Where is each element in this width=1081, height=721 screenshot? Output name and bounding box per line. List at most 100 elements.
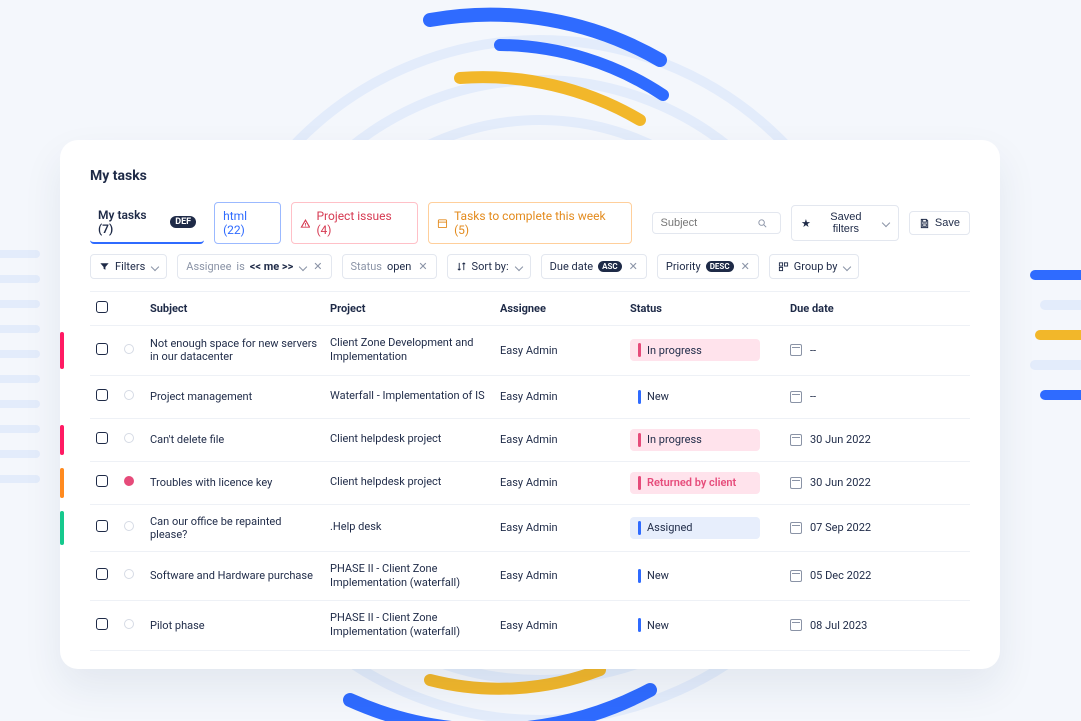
cell-project: Client helpdesk project [324, 475, 494, 489]
cell-subject: Pilot phase [144, 619, 324, 632]
close-icon[interactable]: ✕ [629, 260, 638, 273]
cell-due-date: 08 Jul 2023 [784, 619, 934, 632]
saved-filters-button[interactable]: ★ Saved filters [791, 205, 899, 241]
tab-project-issues[interactable]: Project issues (4) [291, 202, 419, 244]
row-checkbox[interactable] [96, 568, 108, 580]
row-checkbox[interactable] [96, 343, 108, 355]
cell-assignee: Easy Admin [494, 569, 624, 582]
row-indicator[interactable] [124, 569, 134, 579]
status-color-bar [638, 476, 641, 490]
table-row[interactable]: Project management Waterfall - Implement… [90, 376, 970, 419]
select-all-checkbox[interactable] [96, 301, 108, 313]
op-label: is [236, 260, 244, 273]
page-title: My tasks [90, 168, 970, 184]
filters-button[interactable]: Filters [90, 254, 167, 279]
col-subject[interactable]: Subject [144, 302, 324, 315]
due-value: 07 Sep 2022 [810, 521, 871, 534]
row-checkbox[interactable] [96, 618, 108, 630]
cell-assignee: Easy Admin [494, 344, 624, 357]
status-badge[interactable]: In progress [630, 339, 760, 361]
col-project[interactable]: Project [324, 302, 494, 315]
filter-status[interactable]: Status open ✕ [342, 254, 437, 279]
value: << me >> [250, 260, 294, 273]
row-indicator[interactable] [124, 619, 134, 629]
calendar-icon [790, 344, 802, 356]
status-badge[interactable]: In progress [630, 429, 760, 451]
row-checkbox[interactable] [96, 389, 108, 401]
status-label: New [647, 390, 669, 403]
status-badge[interactable]: Assigned [630, 517, 760, 539]
calendar-icon [790, 391, 802, 403]
search-icon [757, 218, 768, 229]
row-indicator[interactable] [124, 476, 134, 486]
row-indicator[interactable] [124, 344, 134, 354]
status-label: New [647, 569, 669, 582]
tab-label: My tasks (7) [98, 208, 164, 236]
label: Due date [550, 260, 593, 273]
row-checkbox[interactable] [96, 432, 108, 444]
table-header: Subject Project Assignee Status Due date [90, 292, 970, 326]
tab-row: My tasks (7) DEF html (22) Project issue… [90, 202, 970, 244]
cell-due-date: 30 Jun 2022 [784, 476, 934, 489]
tasks-table: Subject Project Assignee Status Due date… [90, 291, 970, 651]
asc-badge: ASC [598, 261, 622, 272]
status-badge[interactable]: New [630, 565, 760, 587]
tab-label: Project issues (4) [316, 209, 409, 237]
row-checkbox[interactable] [96, 475, 108, 487]
status-badge[interactable]: New [630, 614, 760, 636]
cell-subject: Software and Hardware purchase [144, 569, 324, 582]
chevron-down-icon [514, 262, 522, 270]
star-icon: ★ [801, 217, 811, 230]
tab-label: html (22) [223, 209, 271, 237]
calendar-icon [790, 434, 802, 446]
sort-due-date[interactable]: Due date ASC ✕ [541, 254, 647, 279]
cell-due-date: 30 Jun 2022 [784, 433, 934, 446]
status-label: Returned by client [647, 476, 736, 489]
filter-assignee[interactable]: Assignee is << me >> ✕ [177, 254, 331, 279]
row-indicator[interactable] [124, 390, 134, 400]
sort-priority[interactable]: Priority DESC ✕ [657, 254, 759, 279]
status-label: In progress [647, 433, 702, 446]
search-input[interactable] [661, 217, 751, 229]
row-indicator[interactable] [124, 433, 134, 443]
cell-subject: Not enough space for new servers in our … [144, 337, 324, 363]
close-icon[interactable]: ✕ [418, 260, 427, 273]
tab-html[interactable]: html (22) [214, 202, 280, 244]
col-assignee[interactable]: Assignee [494, 302, 624, 315]
table-row[interactable]: Troubles with licence key Client helpdes… [90, 462, 970, 505]
cell-assignee: Easy Admin [494, 619, 624, 632]
tab-my-tasks[interactable]: My tasks (7) DEF [90, 202, 204, 244]
sort-by-button[interactable]: Sort by: [447, 254, 531, 279]
cell-project: .Help desk [324, 520, 494, 534]
due-value: 30 Jun 2022 [810, 433, 871, 446]
table-row[interactable]: Pilot phase PHASE II - Client Zone Imple… [90, 601, 970, 651]
cell-subject: Can't delete file [144, 433, 324, 446]
table-row[interactable]: Software and Hardware purchase PHASE II … [90, 552, 970, 602]
save-icon [919, 218, 930, 229]
status-color-bar [638, 433, 641, 447]
table-row[interactable]: Not enough space for new servers in our … [90, 326, 970, 376]
row-indicator[interactable] [124, 521, 134, 531]
row-checkbox[interactable] [96, 520, 108, 532]
status-badge[interactable]: Returned by client [630, 472, 760, 494]
status-color-bar [638, 390, 641, 404]
table-row[interactable]: Can't delete file Client helpdesk projec… [90, 419, 970, 462]
due-value: 30 Jun 2022 [810, 476, 871, 489]
status-label: In progress [647, 344, 702, 357]
group-by-button[interactable]: Group by [769, 254, 860, 279]
close-icon[interactable]: ✕ [741, 260, 750, 273]
table-row[interactable]: Can our office be repainted please? .Hel… [90, 505, 970, 552]
search-box[interactable] [652, 212, 781, 234]
calendar-icon [437, 218, 448, 229]
save-button[interactable]: Save [909, 211, 970, 235]
status-badge[interactable]: New [630, 386, 760, 408]
close-icon[interactable]: ✕ [313, 260, 322, 273]
col-due-date[interactable]: Due date [784, 302, 934, 315]
cell-due-date: 05 Dec 2022 [784, 569, 934, 582]
sort-icon [456, 261, 467, 272]
due-value: -- [810, 344, 816, 357]
priority-bar [60, 511, 64, 545]
col-status[interactable]: Status [624, 302, 784, 315]
cell-assignee: Easy Admin [494, 521, 624, 534]
tab-week[interactable]: Tasks to complete this week (5) [428, 202, 631, 244]
